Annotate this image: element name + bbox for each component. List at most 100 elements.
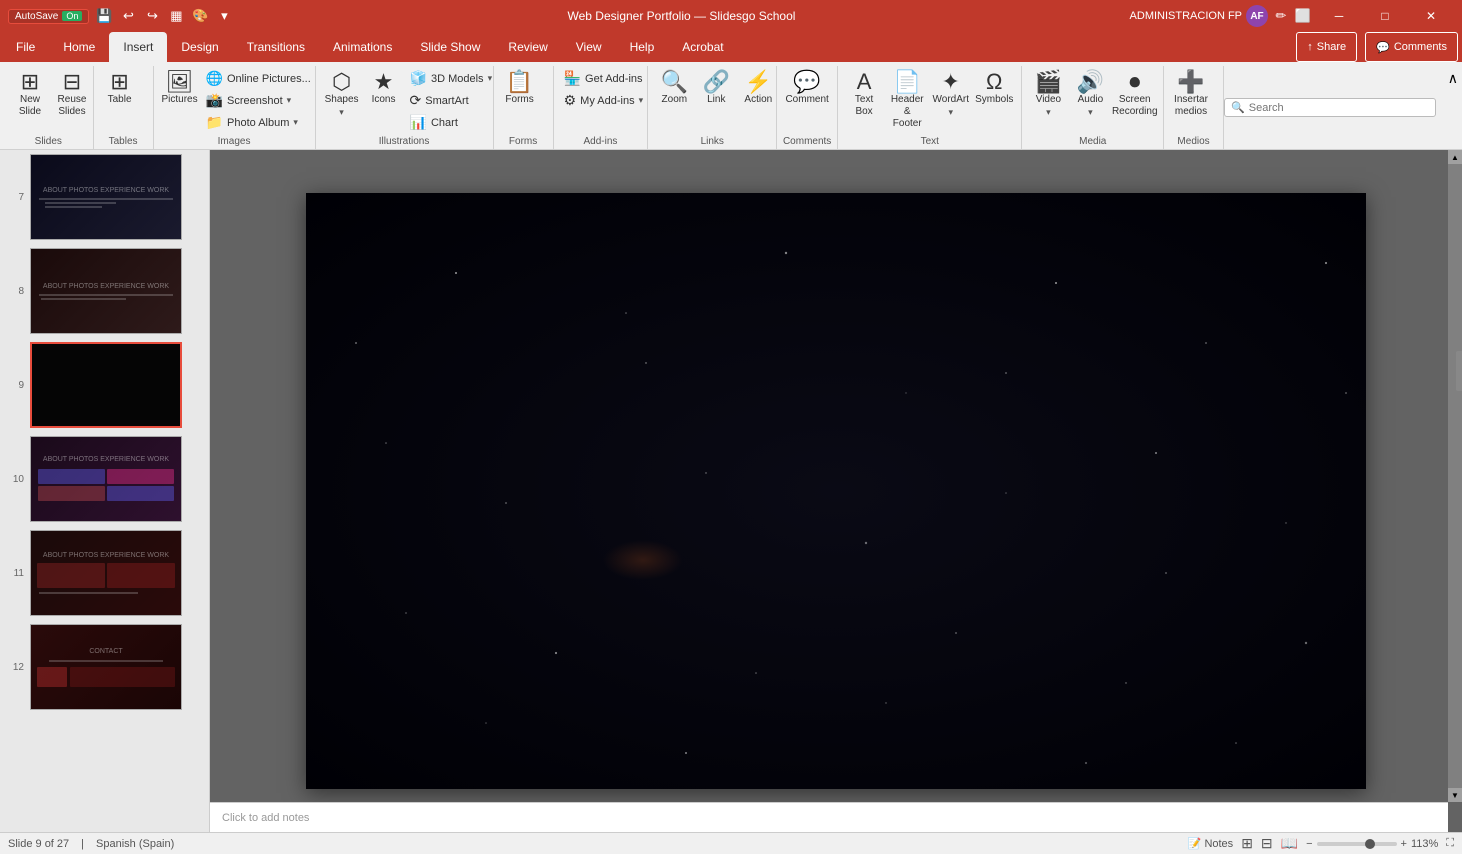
minimize-button[interactable]: ─	[1316, 0, 1362, 32]
tables-group-content: ⊞ Table	[98, 66, 149, 134]
scroll-thumb-v[interactable]	[1456, 351, 1462, 391]
comments-label: Comments	[1394, 41, 1447, 53]
forms-button[interactable]: 📋 Forms	[500, 68, 540, 109]
comment-button[interactable]: 💬 Comment	[783, 68, 831, 109]
normal-view-button[interactable]: ⊞	[1241, 835, 1253, 852]
ribbon-group-images: 🖼 Pictures 🌐 Online Pictures... 📸 Screen…	[154, 66, 316, 149]
zoom-out-button[interactable]: −	[1306, 838, 1312, 850]
fit-slide-button[interactable]: ⛶	[1446, 837, 1454, 850]
link-button[interactable]: 🔗 Link	[696, 68, 736, 109]
display-icon[interactable]: ⬜	[1294, 7, 1312, 25]
photo-album-button[interactable]: 📁 Photo Album ▾	[202, 112, 315, 133]
redo-icon[interactable]: ↪	[143, 7, 161, 25]
maximize-button[interactable]: □	[1362, 0, 1408, 32]
3d-models-button[interactable]: 🧊 3D Models ▾	[406, 68, 497, 89]
slide-thumbnail[interactable]: ABOUT PHOTOS EXPERIENCE WORK	[30, 248, 182, 334]
theme-icon[interactable]: 🎨	[191, 7, 209, 25]
video-button[interactable]: 🎬 Video ▾	[1028, 68, 1068, 121]
scroll-up-button[interactable]: ▲	[1448, 150, 1462, 164]
online-pictures-button[interactable]: 🌐 Online Pictures...	[202, 68, 315, 89]
slide-thumbnail[interactable]	[30, 342, 182, 428]
tab-animations[interactable]: Animations	[319, 32, 406, 62]
slide-item[interactable]: 10 ABOUT PHOTOS EXPERIENCE WORK	[0, 432, 209, 526]
icons-button[interactable]: ★ Icons	[364, 68, 404, 109]
slide-item[interactable]: 12 CONTACT	[0, 620, 209, 714]
present-icon[interactable]: ▦	[167, 7, 185, 25]
tab-transitions[interactable]: Transitions	[233, 32, 319, 62]
notes-button[interactable]: 📝 Notes	[1188, 837, 1233, 850]
scroll-down-button[interactable]: ▼	[1448, 788, 1462, 802]
zoom-button[interactable]: 🔍 Zoom	[654, 68, 694, 109]
slide-panel[interactable]: 7 ABOUT PHOTOS EXPERIENCE WORK 8 A	[0, 150, 210, 832]
zoom-in-button[interactable]: +	[1401, 838, 1407, 850]
customize-icon[interactable]: ▾	[215, 7, 233, 25]
table-button[interactable]: ⊞ Table	[100, 68, 140, 109]
search-box[interactable]: 🔍	[1224, 98, 1436, 117]
smartart-button[interactable]: ⟳ SmartArt	[406, 90, 497, 111]
tab-design[interactable]: Design	[167, 32, 232, 62]
slide-canvas	[306, 193, 1366, 789]
pen-icon[interactable]: ✏	[1272, 7, 1290, 25]
tab-home[interactable]: Home	[49, 32, 109, 62]
slide-thumbnail[interactable]: ABOUT PHOTOS EXPERIENCE WORK	[30, 436, 182, 522]
reading-view-button[interactable]: 📖	[1281, 835, 1298, 852]
autosave-label: AutoSave	[15, 11, 58, 22]
screenshot-button[interactable]: 📸 Screenshot ▾	[202, 90, 315, 111]
forms-icon: 📋	[506, 71, 533, 93]
symbols-button[interactable]: Ω Symbols	[973, 68, 1015, 109]
reuse-slides-icon: ⊟	[63, 71, 81, 93]
pictures-button[interactable]: 🖼 Pictures	[160, 68, 200, 109]
addins-group-content: 🏪 Get Add-ins ⚙ My Add-ins ▾	[558, 66, 644, 134]
chart-button[interactable]: 📊 Chart	[406, 112, 497, 133]
shapes-button[interactable]: ⬡ Shapes ▾	[322, 68, 362, 121]
tab-view[interactable]: View	[562, 32, 616, 62]
slide-thumbnail[interactable]: ABOUT PHOTOS EXPERIENCE WORK	[30, 154, 182, 240]
autosave-badge[interactable]: AutoSave On	[8, 9, 89, 24]
shapes-icon: ⬡	[332, 71, 351, 93]
zoom-slider[interactable]	[1317, 842, 1397, 846]
slide-item[interactable]: 9	[0, 338, 209, 432]
tab-review[interactable]: Review	[494, 32, 561, 62]
text-box-button[interactable]: A TextBox	[844, 68, 884, 121]
vertical-scrollbar[interactable]: ▲ ▼	[1448, 150, 1462, 802]
photo-album-icon: 📁	[206, 114, 223, 131]
ribbon-collapse[interactable]: ∧	[1444, 66, 1462, 149]
insertar-medios-button[interactable]: ➕ Insertarmedios	[1170, 68, 1212, 121]
reuse-slides-button[interactable]: ⊟ ReuseSlides	[52, 68, 92, 121]
slide-item[interactable]: 7 ABOUT PHOTOS EXPERIENCE WORK	[0, 150, 209, 244]
close-button[interactable]: ✕	[1408, 0, 1454, 32]
admin-label: ADMINISTRACION FP	[1130, 10, 1242, 22]
slide-thumbnail[interactable]: ABOUT PHOTOS EXPERIENCE WORK	[30, 530, 182, 616]
notes-area[interactable]: Click to add notes	[210, 802, 1448, 832]
screen-recording-button[interactable]: ⏺ ScreenRecording	[1112, 68, 1157, 121]
tab-file[interactable]: File	[2, 32, 49, 62]
ribbon-group-slides: ⊞ NewSlide ⊟ ReuseSlides Slides	[4, 66, 94, 149]
comments-button[interactable]: 💬 Comments	[1365, 32, 1458, 62]
zoom-icon: 🔍	[661, 71, 688, 93]
slide-thumbnail[interactable]: CONTACT	[30, 624, 182, 710]
my-addins-button[interactable]: ⚙ My Add-ins ▾	[560, 90, 648, 111]
tab-slideshow[interactable]: Slide Show	[406, 32, 494, 62]
medios-group-content: ➕ Insertarmedios	[1168, 66, 1219, 134]
user-avatar: AF	[1246, 5, 1268, 27]
undo-icon[interactable]: ↩	[119, 7, 137, 25]
action-button[interactable]: ⚡ Action	[738, 68, 778, 109]
search-input[interactable]	[1249, 102, 1429, 114]
tab-insert[interactable]: Insert	[109, 32, 167, 62]
save-icon[interactable]: 💾	[95, 7, 113, 25]
get-addins-button[interactable]: 🏪 Get Add-ins	[560, 68, 648, 89]
slide-sorter-button[interactable]: ⊟	[1261, 835, 1273, 852]
audio-button[interactable]: 🔊 Audio ▾	[1070, 68, 1110, 121]
new-slide-button[interactable]: ⊞ NewSlide	[10, 68, 50, 121]
slide-item[interactable]: 8 ABOUT PHOTOS EXPERIENCE WORK	[0, 244, 209, 338]
share-button[interactable]: ↑ Share	[1296, 32, 1357, 62]
tab-help[interactable]: Help	[616, 32, 669, 62]
tab-acrobat[interactable]: Acrobat	[668, 32, 737, 62]
video-icon: 🎬	[1035, 71, 1062, 93]
header-footer-button[interactable]: 📄 Header& Footer	[886, 68, 928, 133]
slide-item[interactable]: 11 ABOUT PHOTOS EXPERIENCE WORK	[0, 526, 209, 620]
share-icon: ↑	[1307, 41, 1313, 53]
wordart-button[interactable]: ✦ WordArt ▾	[930, 68, 971, 121]
ribbon-group-text: A TextBox 📄 Header& Footer ✦ WordArt ▾ Ω…	[838, 66, 1022, 149]
slides-group-content: ⊞ NewSlide ⊟ ReuseSlides	[8, 66, 89, 134]
